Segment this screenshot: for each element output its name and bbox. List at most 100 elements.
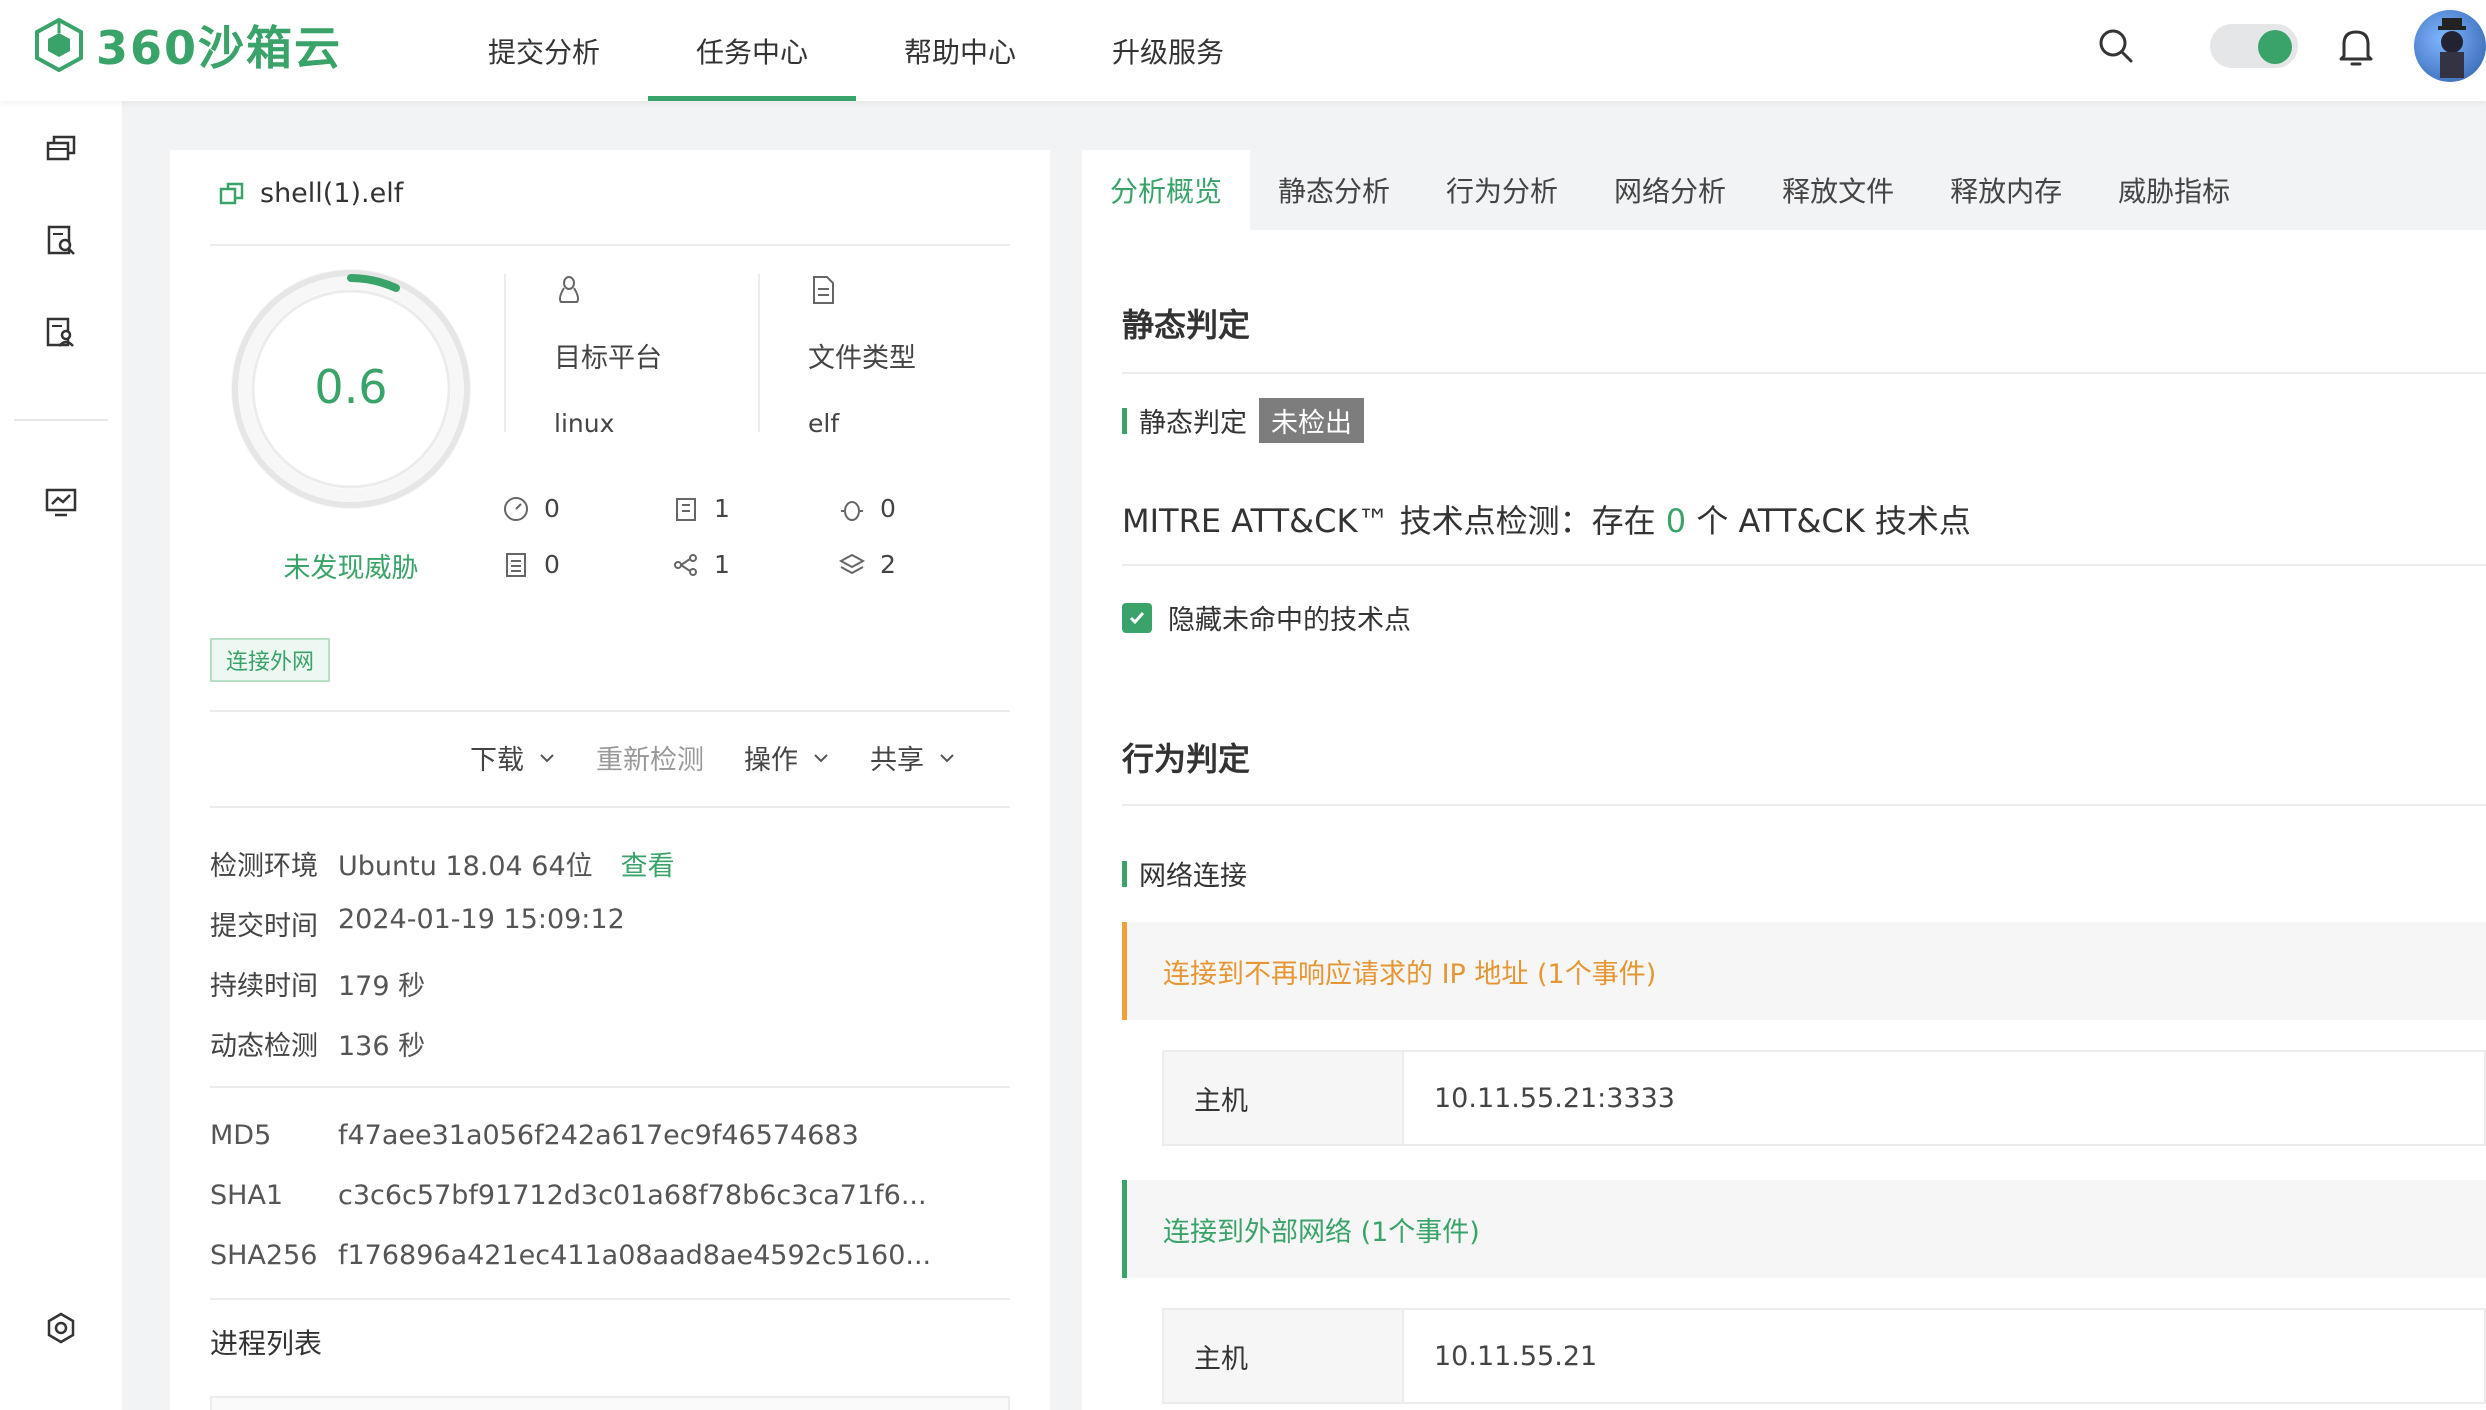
filetype-block: 文件类型 elf bbox=[808, 274, 916, 438]
stat-item: 0 bbox=[502, 494, 560, 523]
tab-ioc[interactable]: 威胁指标 bbox=[2090, 150, 2258, 230]
recheck-button[interactable]: 重新检测 bbox=[596, 738, 704, 777]
divider bbox=[1122, 564, 2486, 566]
stat-item: 1 bbox=[672, 550, 730, 579]
logo[interactable]: 360沙箱云 bbox=[34, 14, 342, 76]
tab-overview[interactable]: 分析概览 bbox=[1082, 150, 1251, 230]
layers-icon bbox=[838, 553, 866, 574]
mitre-summary: MITRE ATT&CK™ 技术点检测：存在 0 个 ATT&CK 技术点 bbox=[1122, 496, 1971, 542]
nav-task-center[interactable]: 任务中心 bbox=[648, 0, 856, 101]
nav-help-center[interactable]: 帮助中心 bbox=[856, 0, 1064, 101]
tab-network[interactable]: 网络分析 bbox=[1586, 150, 1754, 230]
tab-behavior[interactable]: 行为分析 bbox=[1418, 150, 1586, 230]
bell-icon[interactable] bbox=[2336, 26, 2376, 68]
file-type-icon bbox=[813, 276, 834, 304]
theme-toggle[interactable] bbox=[2210, 24, 2298, 68]
search-icon[interactable] bbox=[2096, 26, 2136, 66]
settings-hex-icon[interactable] bbox=[44, 1311, 78, 1345]
divider bbox=[210, 1086, 1010, 1088]
process-list-table bbox=[210, 1396, 1010, 1410]
network-connection-sub: 网络连接 bbox=[1139, 861, 1247, 892]
operate-dropdown[interactable]: 操作 bbox=[744, 738, 830, 777]
team-report-icon[interactable] bbox=[44, 315, 78, 349]
md5-label: MD5 bbox=[210, 1120, 272, 1151]
static-verdict-row: 静态判定 未检出 bbox=[1122, 398, 1364, 443]
stat-value: 1 bbox=[714, 550, 730, 579]
file-header: shell(1).elf bbox=[218, 178, 403, 209]
tab-dropped-files[interactable]: 释放文件 bbox=[1754, 150, 1922, 230]
avatar-figure-icon bbox=[2438, 18, 2466, 78]
analysis-panel: 分析概览 静态分析 行为分析 网络分析 释放文件 释放内存 威胁指标 静态判定 … bbox=[1082, 150, 2486, 1410]
network-connection-row: 网络连接 bbox=[1122, 854, 1247, 893]
divider bbox=[210, 710, 1010, 712]
md5-value[interactable]: f47aee31a056f242a617ec9f46574683 bbox=[338, 1120, 859, 1151]
window-stack-icon[interactable] bbox=[44, 131, 78, 165]
user-avatar[interactable] bbox=[2414, 10, 2486, 82]
static-verdict-sub: 静态判定 bbox=[1139, 408, 1247, 439]
hide-unmatched-checkbox[interactable] bbox=[1122, 602, 1152, 633]
platform-value: linux bbox=[554, 409, 615, 438]
bug-icon bbox=[841, 500, 863, 521]
copy-icon[interactable] bbox=[218, 180, 246, 208]
action-bar: 下载 重新检测 操作 共享 bbox=[470, 738, 956, 777]
submit-time-label: 提交时间 bbox=[210, 911, 318, 942]
hide-unmatched-option[interactable]: 隐藏未命中的技术点 bbox=[1122, 598, 1411, 637]
host-label: 主机 bbox=[1164, 1052, 1404, 1144]
event-host-row: 主机 10.11.55.21:3333 bbox=[1162, 1050, 2486, 1146]
rail-divider bbox=[14, 419, 108, 421]
accent-bar bbox=[1122, 407, 1127, 434]
platform-label: 目标平台 bbox=[554, 343, 662, 374]
stat-value: 0 bbox=[544, 550, 560, 579]
task-search-icon[interactable] bbox=[44, 223, 78, 257]
host-value: 10.11.55.21:3333 bbox=[1434, 1082, 1675, 1114]
dynamic-row: 动态检测 136 秒 bbox=[210, 1024, 425, 1063]
host-label: 主机 bbox=[1164, 1310, 1404, 1402]
filetype-value: elf bbox=[808, 409, 840, 438]
monitor-chart-icon[interactable] bbox=[44, 485, 78, 519]
threat-score: 0.6 bbox=[314, 360, 388, 414]
download-dropdown[interactable]: 下载 bbox=[470, 738, 556, 777]
check-icon bbox=[1129, 611, 1145, 624]
event-unresponsive-ip[interactable]: 连接到不再响应请求的 IP 地址 (1个事件) bbox=[1122, 922, 2486, 1020]
md5-row: MD5 f47aee31a056f242a617ec9f46574683 bbox=[210, 1120, 859, 1151]
static-verdict-badge: 未检出 bbox=[1259, 398, 1364, 443]
host-value: 10.11.55.21 bbox=[1434, 1340, 1598, 1372]
building-icon bbox=[676, 497, 696, 521]
document-list-icon bbox=[506, 552, 526, 577]
divider bbox=[210, 1298, 1010, 1300]
tab-dropped-memory[interactable]: 释放内存 bbox=[1922, 150, 2090, 230]
divider bbox=[1122, 372, 2486, 374]
logo-cube-icon bbox=[35, 17, 83, 73]
nav-upgrade[interactable]: 升级服务 bbox=[1064, 0, 1272, 101]
download-label: 下载 bbox=[470, 745, 524, 776]
linux-penguin-icon bbox=[559, 276, 579, 303]
stat-item: 0 bbox=[838, 494, 896, 523]
event-external-network[interactable]: 连接到外部网络 (1个事件) bbox=[1122, 1180, 2486, 1278]
top-bar: 360沙箱云 提交分析 任务中心 帮助中心 升级服务 bbox=[0, 0, 2486, 101]
chevron-down-icon bbox=[940, 753, 954, 762]
mitre-suffix: 个 ATT&CK 技术点 bbox=[1686, 502, 1971, 540]
stat-value: 0 bbox=[544, 494, 560, 523]
event-host-row: 主机 10.11.55.21 bbox=[1162, 1308, 2486, 1404]
sha256-value[interactable]: f176896a421ec411a08aad8ae4592c5160... bbox=[338, 1240, 931, 1271]
speedometer-icon bbox=[504, 496, 528, 521]
stat-value: 2 bbox=[880, 550, 896, 579]
column-divider bbox=[758, 274, 760, 432]
recheck-label: 重新检测 bbox=[596, 745, 704, 776]
env-view-link[interactable]: 查看 bbox=[621, 844, 675, 883]
submit-time-value: 2024-01-19 15:09:12 bbox=[338, 904, 625, 935]
sha256-label: SHA256 bbox=[210, 1240, 318, 1271]
stat-item: 0 bbox=[502, 550, 560, 579]
duration-label: 持续时间 bbox=[210, 971, 318, 1002]
analysis-tabs: 分析概览 静态分析 行为分析 网络分析 释放文件 释放内存 威胁指标 bbox=[1082, 150, 2486, 230]
mitre-prefix: MITRE ATT&CK™ 技术点检测：存在 bbox=[1122, 502, 1666, 540]
share-dropdown[interactable]: 共享 bbox=[870, 738, 956, 777]
behavior-tag[interactable]: 连接外网 bbox=[210, 638, 331, 682]
nav-submit-analysis[interactable]: 提交分析 bbox=[440, 0, 648, 101]
divider bbox=[210, 244, 1010, 246]
column-divider bbox=[504, 274, 506, 432]
sha1-value[interactable]: c3c6c57bf91712d3c01a68f78b6c3ca71f6... bbox=[338, 1180, 927, 1211]
submit-time-row: 提交时间 2024-01-19 15:09:12 bbox=[210, 904, 625, 943]
share-label: 共享 bbox=[870, 745, 924, 776]
tab-static[interactable]: 静态分析 bbox=[1250, 150, 1418, 230]
